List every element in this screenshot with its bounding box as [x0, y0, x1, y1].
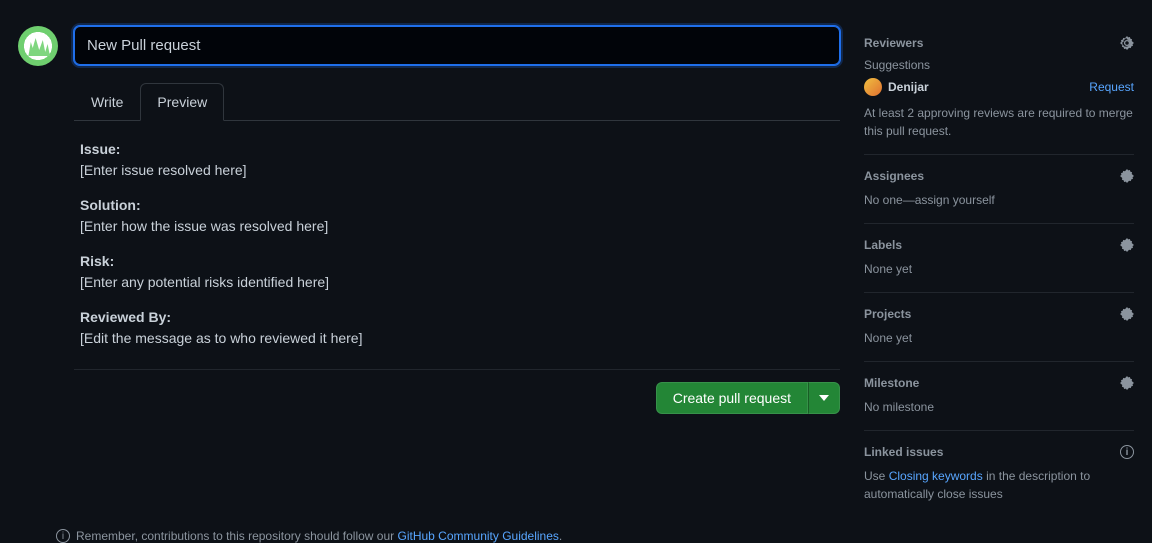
- gear-icon[interactable]: [1120, 36, 1134, 50]
- gear-icon[interactable]: [1120, 238, 1134, 252]
- pr-title-input[interactable]: [74, 26, 840, 65]
- assignees-empty: No one—: [864, 193, 915, 207]
- sidebar-projects: Projects None yet: [864, 293, 1134, 362]
- note-prefix: Remember, contributions to this reposito…: [76, 529, 398, 543]
- gear-icon[interactable]: [1120, 169, 1134, 183]
- info-icon: i: [56, 529, 70, 543]
- labels-empty: None yet: [864, 260, 1134, 278]
- section-placeholder: [Edit the message as to who reviewed it …: [80, 330, 362, 346]
- gear-icon[interactable]: [1120, 376, 1134, 390]
- request-reviewer-link[interactable]: Request: [1089, 80, 1134, 94]
- community-guidelines-link[interactable]: GitHub Community Guidelines: [398, 529, 559, 543]
- sidebar-labels: Labels None yet: [864, 224, 1134, 293]
- reviewers-note: At least 2 approving reviews are require…: [864, 104, 1134, 140]
- sidebar-milestone: Milestone No milestone: [864, 362, 1134, 431]
- section-label: Reviewed By:: [80, 309, 171, 325]
- info-icon[interactable]: i: [1120, 445, 1134, 459]
- caret-down-icon: [819, 395, 829, 401]
- labels-title: Labels: [864, 238, 902, 252]
- section-placeholder: [Enter how the issue was resolved here]: [80, 218, 328, 234]
- gear-icon[interactable]: [1120, 307, 1134, 321]
- tab-preview[interactable]: Preview: [140, 83, 224, 121]
- create-pull-request-dropdown[interactable]: [808, 382, 840, 414]
- milestone-empty: No milestone: [864, 398, 1134, 416]
- sidebar-assignees: Assignees No one—assign yourself: [864, 155, 1134, 224]
- section-placeholder: [Enter any potential risks identified he…: [80, 274, 329, 290]
- milestone-title: Milestone: [864, 376, 919, 390]
- projects-title: Projects: [864, 307, 911, 321]
- editor-tabs: Write Preview: [74, 83, 840, 121]
- linked-issues-title: Linked issues: [864, 445, 943, 459]
- section-label: Solution:: [80, 197, 141, 213]
- assign-yourself-link[interactable]: assign yourself: [915, 193, 995, 207]
- projects-empty: None yet: [864, 329, 1134, 347]
- assignees-title: Assignees: [864, 169, 924, 183]
- section-label: Risk:: [80, 253, 114, 269]
- suggestions-label: Suggestions: [864, 58, 1134, 72]
- sidebar-reviewers: Reviewers Suggestions Denijar Request At…: [864, 26, 1134, 155]
- reviewers-title: Reviewers: [864, 36, 923, 50]
- avatar: [18, 26, 58, 66]
- preview-pane: Issue: [Enter issue resolved here] Solut…: [74, 121, 840, 370]
- create-pull-request-button[interactable]: Create pull request: [656, 382, 808, 414]
- closing-keywords-link[interactable]: Closing keywords: [889, 469, 983, 483]
- section-placeholder: [Enter issue resolved here]: [80, 162, 247, 178]
- note-suffix: .: [559, 529, 562, 543]
- linked-text-prefix: Use: [864, 469, 889, 483]
- tab-write[interactable]: Write: [74, 83, 140, 120]
- suggested-reviewer-name: Denijar: [888, 80, 929, 94]
- section-label: Issue:: [80, 141, 120, 157]
- suggested-avatar: [864, 78, 882, 96]
- sidebar-linked-issues: Linked issues i Use Closing keywords in …: [864, 431, 1134, 517]
